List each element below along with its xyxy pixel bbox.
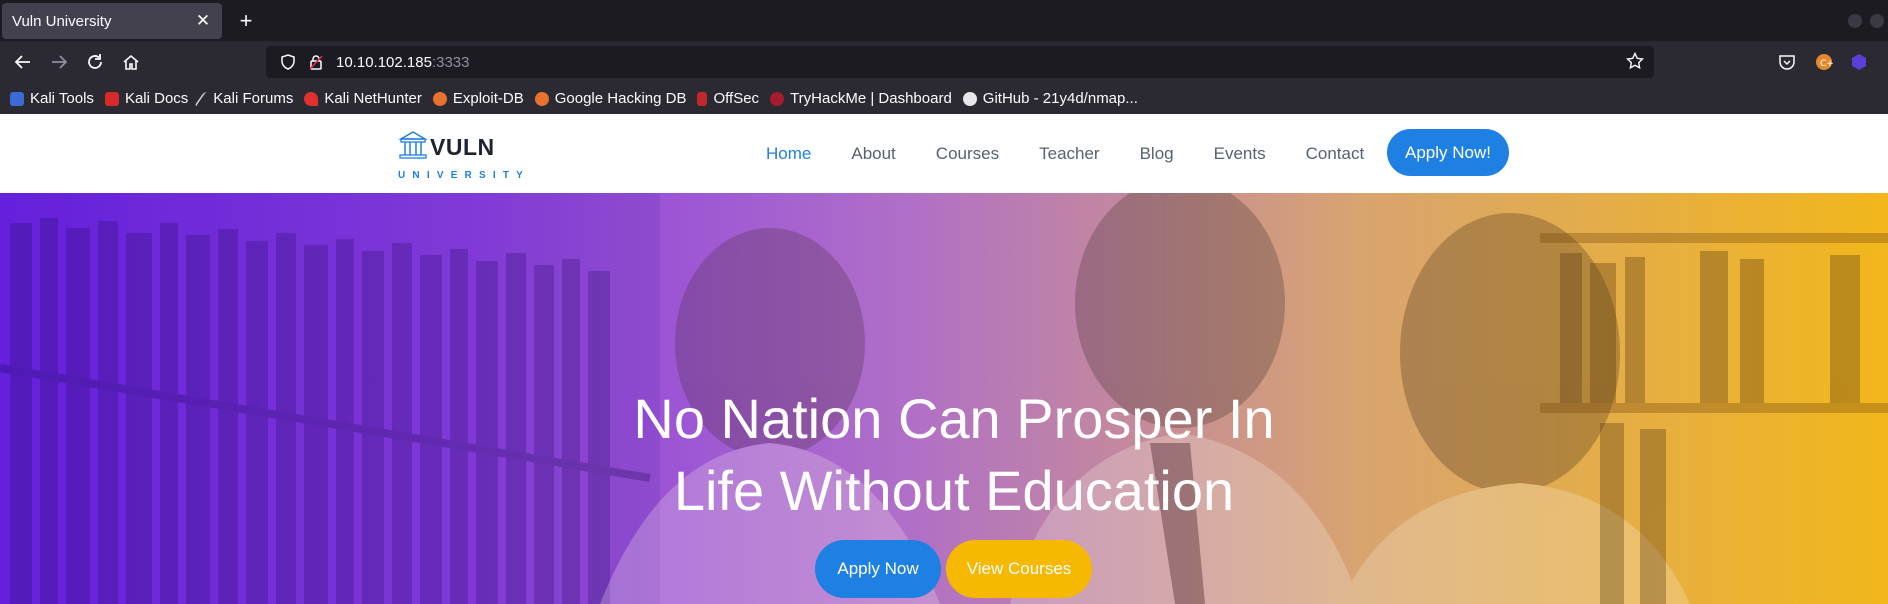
university-building-icon xyxy=(398,131,428,159)
exploit-db-icon xyxy=(432,91,447,106)
forward-icon[interactable] xyxy=(42,41,76,83)
github-icon xyxy=(962,91,977,106)
main-menu: Home About Courses Teacher Blog Events C… xyxy=(766,114,1404,193)
menu-item-teacher[interactable]: Teacher xyxy=(1039,144,1099,164)
kali-tools-icon xyxy=(10,91,24,106)
bookmarks-toolbar: Kali Tools Kali Docs Kali Forums Kali Ne… xyxy=(0,83,1888,114)
back-icon[interactable] xyxy=(6,41,40,83)
insecure-lock-icon[interactable] xyxy=(302,46,330,78)
close-tab-icon[interactable]: ✕ xyxy=(194,11,212,31)
web-page: VULN UNIVERSITY Home About Courses Teach… xyxy=(0,114,1888,604)
new-tab-icon[interactable]: + xyxy=(234,8,258,34)
hero-banner: No Nation Can Prosper In Life Without Ed… xyxy=(0,193,1888,604)
menu-item-about[interactable]: About xyxy=(851,144,895,164)
window-close-button[interactable] xyxy=(1870,14,1884,28)
kali-forums-icon xyxy=(194,91,213,106)
window-minimize-button[interactable] xyxy=(1848,14,1862,28)
bookmark-exploit-db[interactable]: Exploit-DB xyxy=(432,90,524,107)
bookmark-kali-tools[interactable]: Kali Tools xyxy=(10,90,94,107)
browser-tab[interactable]: Vuln University ✕ xyxy=(2,3,222,39)
kali-nethunter-icon xyxy=(304,91,319,106)
extension-hexagon-icon[interactable] xyxy=(1848,51,1870,73)
tab-title: Vuln University xyxy=(12,12,112,30)
apply-now-header-button[interactable]: Apply Now! xyxy=(1387,129,1509,176)
tryhackme-icon xyxy=(770,91,785,106)
bookmark-kali-nethunter[interactable]: Kali NetHunter xyxy=(304,90,422,107)
offsec-icon xyxy=(697,91,708,106)
extension-cookie-icon[interactable]: C+ xyxy=(1813,51,1835,73)
hero-headline-line-1: No Nation Can Prosper In xyxy=(633,387,1275,450)
bookmark-github-nmap[interactable]: GitHub - 21y4d/nmap... xyxy=(962,90,1138,107)
bookmark-kali-docs[interactable]: Kali Docs xyxy=(104,90,188,107)
reload-icon[interactable] xyxy=(78,41,112,83)
ghdb-icon xyxy=(534,91,549,106)
bookmark-star-icon[interactable] xyxy=(1625,51,1645,75)
url-bar[interactable]: 10.10.102.185:3333 xyxy=(266,46,1654,78)
shield-icon[interactable] xyxy=(274,46,302,78)
url-host: 10.10.102.185 xyxy=(336,53,432,71)
url-port: :3333 xyxy=(431,53,470,71)
browser-tab-bar: Vuln University ✕ + xyxy=(0,0,1888,41)
hero-headline-line-2: Life Without Education xyxy=(673,459,1235,522)
logo-wordmark: VULN xyxy=(430,134,495,160)
apply-now-button[interactable]: Apply Now xyxy=(815,540,941,598)
menu-item-events[interactable]: Events xyxy=(1214,144,1266,164)
bookmark-google-hacking-db[interactable]: Google Hacking DB xyxy=(534,90,686,107)
view-courses-button[interactable]: View Courses xyxy=(946,540,1092,598)
site-header: VULN UNIVERSITY Home About Courses Teach… xyxy=(0,114,1888,193)
svg-text:C+: C+ xyxy=(1820,59,1833,69)
menu-item-courses[interactable]: Courses xyxy=(936,144,999,164)
hero-headline: No Nation Can Prosper In Life Without Ed… xyxy=(544,383,1364,527)
site-logo[interactable]: VULN UNIVERSITY xyxy=(398,126,528,186)
bookmark-tryhackme[interactable]: TryHackMe | Dashboard xyxy=(770,90,952,107)
pocket-icon[interactable] xyxy=(1776,51,1798,73)
bookmark-kali-forums[interactable]: Kali Forums xyxy=(194,90,293,107)
bookmark-offsec[interactable]: OffSec xyxy=(697,90,759,107)
logo-subtitle: UNIVERSITY xyxy=(398,170,531,181)
kali-docs-icon xyxy=(104,91,119,106)
home-icon[interactable] xyxy=(114,41,148,83)
menu-item-blog[interactable]: Blog xyxy=(1140,144,1174,164)
menu-item-contact[interactable]: Contact xyxy=(1306,144,1365,164)
browser-toolbar: 10.10.102.185:3333 C+ xyxy=(0,41,1888,83)
menu-item-home[interactable]: Home xyxy=(766,144,811,164)
